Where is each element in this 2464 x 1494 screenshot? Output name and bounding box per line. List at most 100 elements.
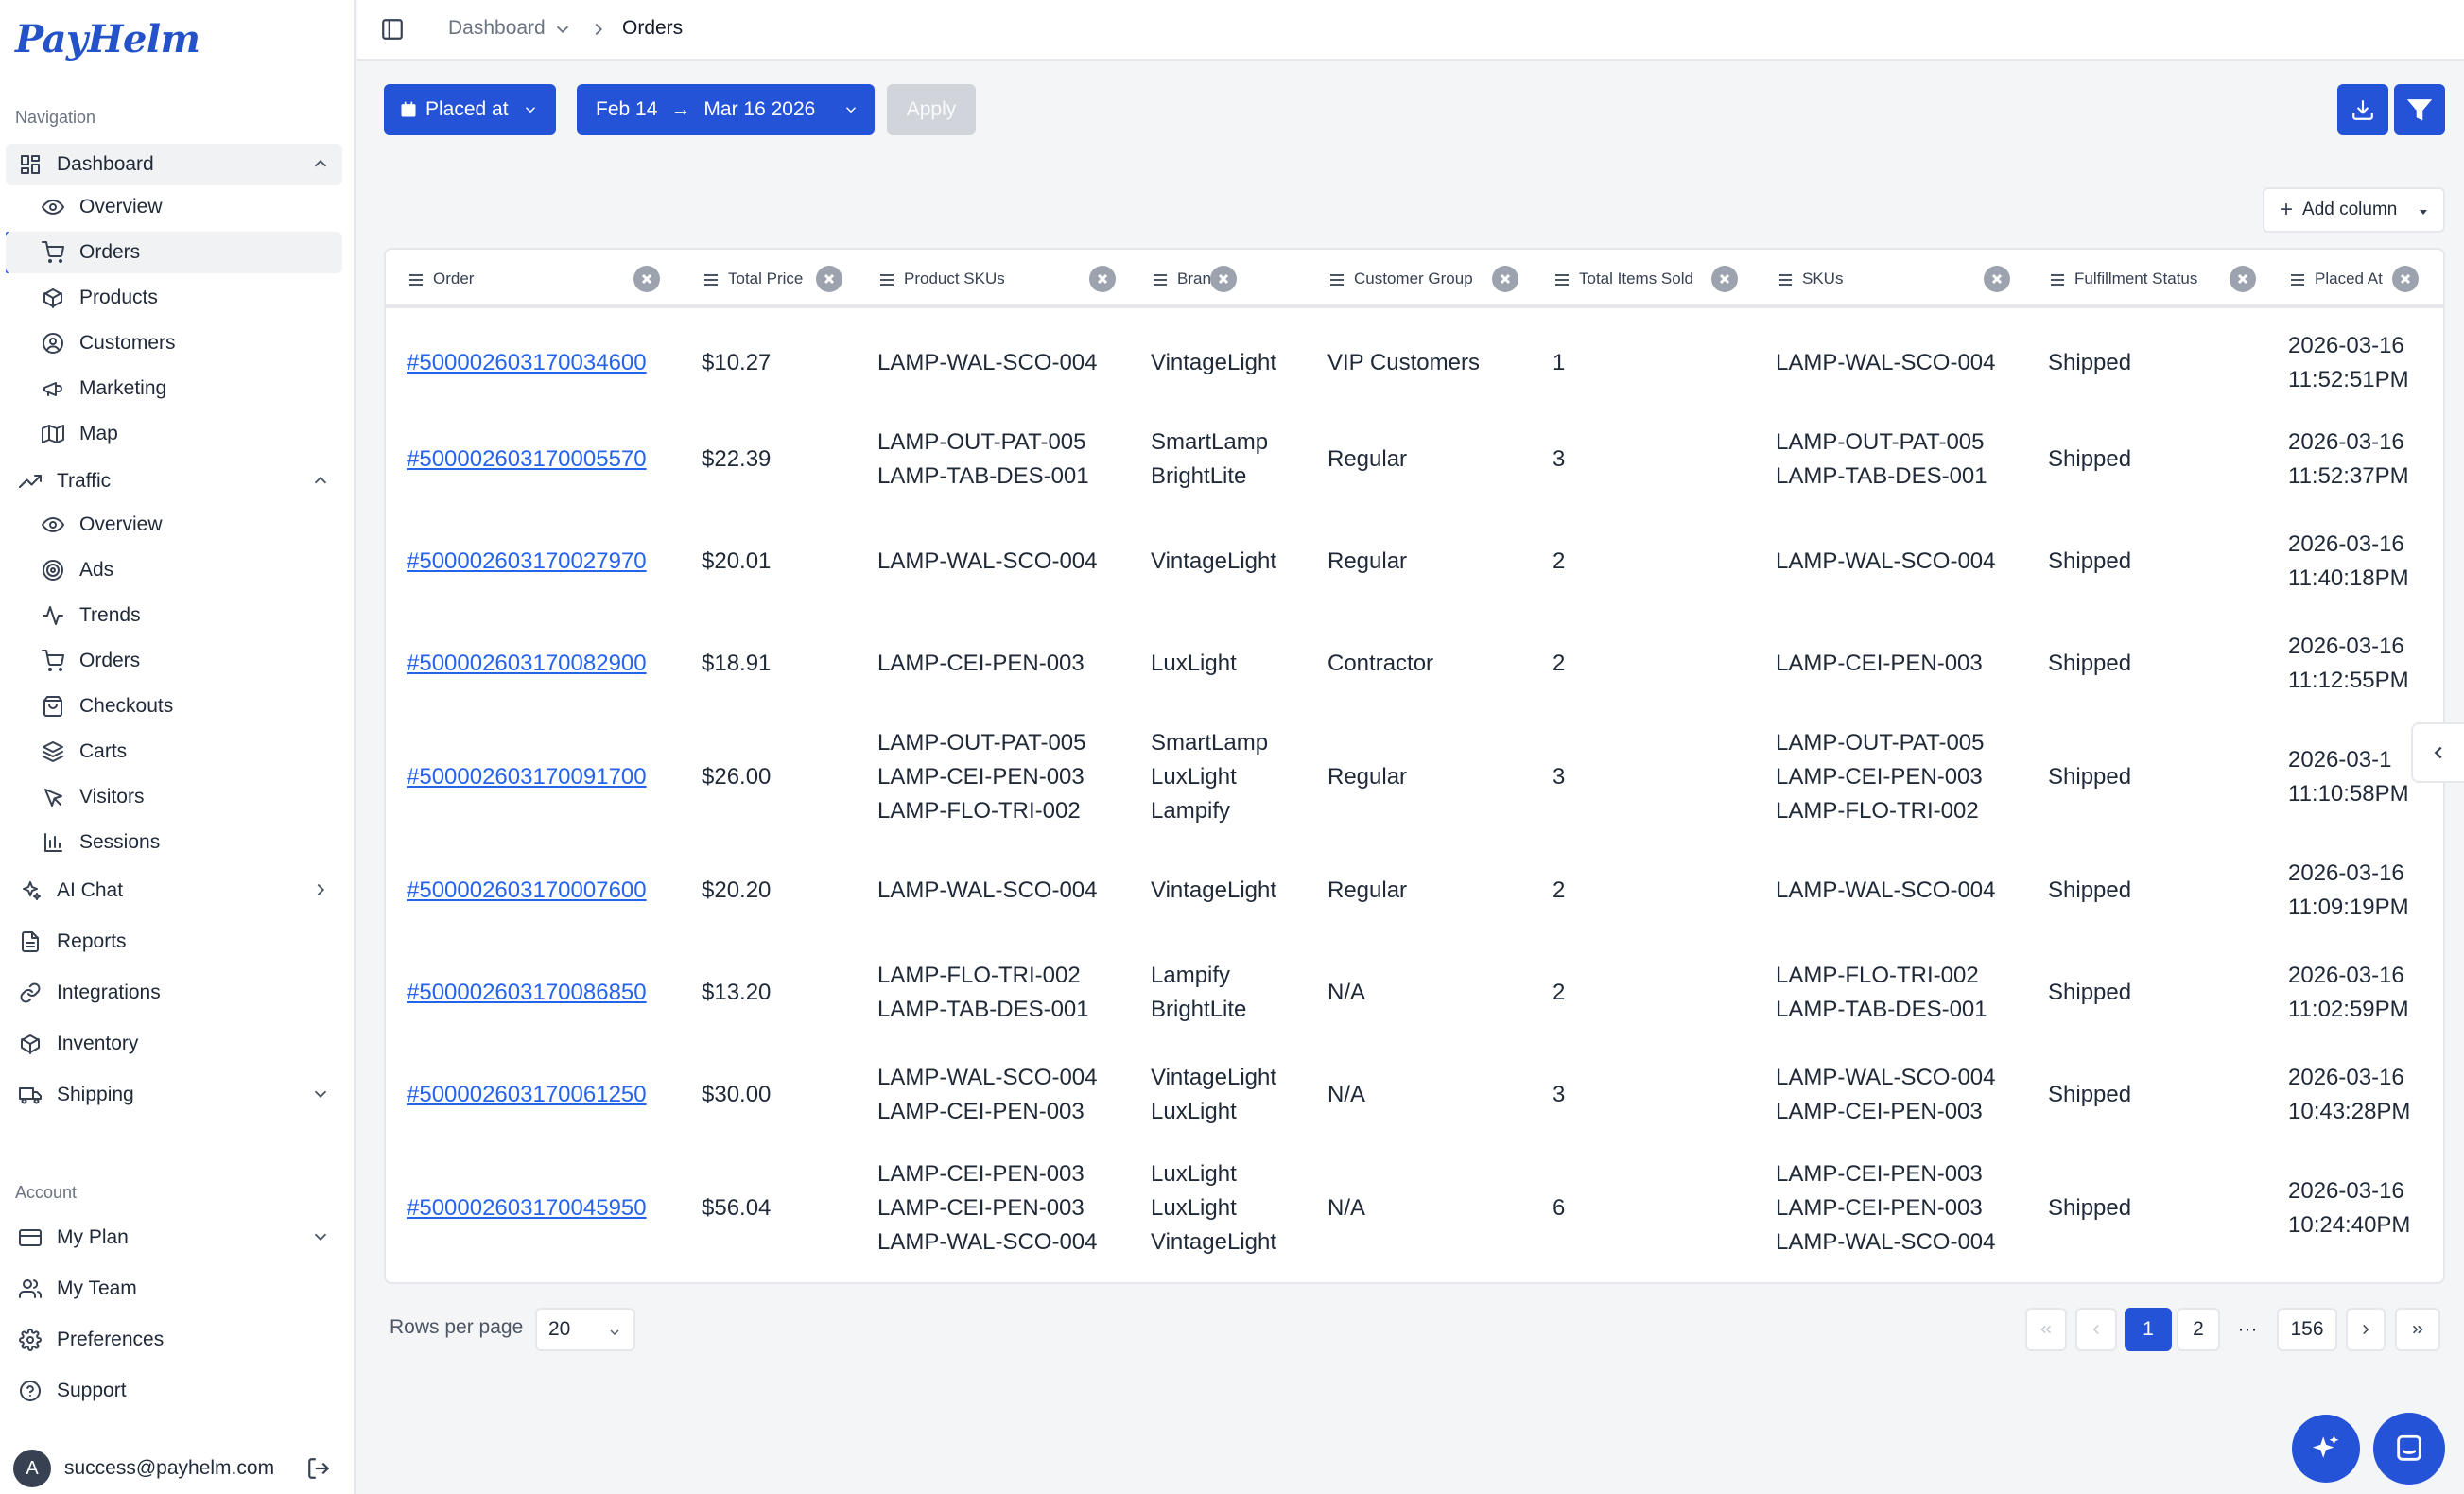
page-2-button[interactable]: 2 [2177,1308,2220,1351]
sidebar-item-shipping[interactable]: Shipping [6,1074,342,1116]
table-row[interactable]: #500002603170034600 $10.27 LAMP-WAL-SCO-00… [386,312,2443,414]
filter-button[interactable] [2394,84,2445,135]
column-header-placed-at[interactable]: Placed At [2290,267,2383,291]
table-row[interactable]: #500002603170005570 $22.39 LAMP-OUT-PAT-00… [386,408,2443,511]
drag-handle-icon[interactable] [1153,272,1168,286]
sidebar-item-dashboard-overview[interactable]: Overview [6,186,342,228]
date-range-picker[interactable]: Feb 14 → Mar 16 2026 [577,84,875,135]
sidebar-item-traffic-overview[interactable]: Overview [6,504,342,546]
order-number-link[interactable]: #500002603170007600 [407,874,647,908]
drag-handle-icon[interactable] [1778,272,1793,286]
sidebar-item-map[interactable]: Map [6,413,342,455]
order-number-link[interactable]: #500002603170005570 [407,443,647,477]
sidebar-item-traffic-orders[interactable]: Orders [6,640,342,682]
order-link[interactable]: #500002603170027970 [407,511,647,613]
column-header-fulfillment-status[interactable]: Fulfillment Status [2050,267,2197,291]
page-1-button[interactable]: 1 [2125,1308,2172,1351]
drag-handle-icon[interactable] [879,272,894,286]
payhelm-logo[interactable]: PayHelm [15,17,200,61]
order-link[interactable]: #500002603170086850 [407,942,647,1044]
sidebar-item-dashboard-orders[interactable]: Orders [6,232,342,273]
drag-handle-icon[interactable] [2050,272,2065,286]
table-row[interactable]: #500002603170086850 $13.20 LAMP-FLO-TRI-00… [386,942,2443,1044]
sidebar-toggle-icon[interactable] [380,17,407,43]
breadcrumb-dashboard[interactable]: Dashboard [448,17,546,40]
sidebar-item-my-plan[interactable]: My Plan [6,1217,342,1259]
add-column-button[interactable]: + Add column [2263,187,2445,233]
logout-icon[interactable] [306,1456,331,1481]
drag-handle-icon[interactable] [1554,272,1570,286]
order-link[interactable]: #500002603170007600 [407,840,647,942]
order-number-link[interactable]: #500002603170027970 [407,545,647,579]
order-number-link[interactable]: #500002603170045950 [407,1191,647,1225]
sidebar-item-support[interactable]: Support [6,1370,342,1412]
drag-handle-icon[interactable] [408,272,424,286]
last-page-button[interactable] [2395,1308,2440,1351]
table-row[interactable]: #500002603170045950 $56.04 LAMP-CEI-PEN-00… [386,1146,2443,1271]
table-row[interactable]: #500002603170061250 $30.00 LAMP-WAL-SCO-00… [386,1044,2443,1146]
order-link[interactable]: #500002603170034600 [407,312,647,414]
sidebar-item-ads[interactable]: Ads [6,549,342,591]
table-row[interactable]: #500002603170082900 $18.91 LAMP-CEI-PEN-00… [386,613,2443,715]
prev-page-button[interactable] [2075,1308,2117,1351]
sidebar-item-marketing[interactable]: Marketing [6,368,342,409]
sidebar-item-inventory[interactable]: Inventory [6,1023,342,1065]
order-link[interactable]: #500002603170091700 [407,715,647,840]
order-number-link[interactable]: #500002603170061250 [407,1078,647,1112]
side-panel-toggle[interactable] [2411,722,2464,783]
sidebar-item-traffic[interactable]: Traffic [6,460,342,502]
order-number-link[interactable]: #500002603170091700 [407,760,647,794]
sidebar-item-visitors[interactable]: Visitors [6,776,342,818]
sidebar-item-customers[interactable]: Customers [6,322,342,364]
table-row[interactable]: #500002603170091700 $26.00 LAMP-OUT-PAT-00… [386,715,2443,840]
sidebar-item-checkouts[interactable]: Checkouts [6,686,342,727]
apply-button[interactable]: Apply [887,84,976,135]
sidebar-item-trends[interactable]: Trends [6,595,342,636]
user-account[interactable]: A success@payhelm.com [13,1447,335,1490]
download-button[interactable] [2337,84,2388,135]
column-header-skus[interactable]: SKUs [1778,267,1843,291]
chat-support-button[interactable] [2373,1413,2445,1485]
column-header-customer-group[interactable]: Customer Group [1329,267,1473,291]
rows-per-page-select[interactable]: 20 [535,1308,635,1351]
order-number-link[interactable]: #500002603170086850 [407,976,647,1010]
table-row[interactable]: #500002603170007600 $20.20 LAMP-WAL-SCO-00… [386,840,2443,942]
remove-column-icon[interactable] [2392,266,2419,292]
order-number-link[interactable]: #500002603170034600 [407,346,647,380]
order-number-link[interactable]: #500002603170082900 [407,647,647,681]
remove-column-icon[interactable] [1210,266,1237,292]
sidebar-item-products[interactable]: Products [6,277,342,319]
sidebar-item-preferences[interactable]: Preferences [6,1319,342,1361]
drag-handle-icon[interactable] [1329,272,1345,286]
column-header-order[interactable]: Order [408,267,474,291]
date-field-dropdown[interactable]: Placed at [384,84,556,135]
remove-column-icon[interactable] [1492,266,1518,292]
sidebar-item-reports[interactable]: Reports [6,921,342,963]
next-page-button[interactable] [2346,1308,2386,1351]
column-header-product-skus[interactable]: Product SKUs [879,267,1005,291]
sidebar-item-integrations[interactable]: Integrations [6,972,342,1014]
sidebar-item-dashboard[interactable]: Dashboard [6,144,342,185]
sidebar-item-my-team[interactable]: My Team [6,1268,342,1310]
order-link[interactable]: #500002603170082900 [407,613,647,715]
remove-column-icon[interactable] [633,266,660,292]
ai-assistant-button[interactable] [2292,1415,2360,1483]
chevron-down-icon[interactable] [552,19,573,40]
last-page-number-button[interactable]: 156 [2277,1308,2337,1351]
remove-column-icon[interactable] [1089,266,1116,292]
table-row[interactable]: #500002603170027970 $20.01 LAMP-WAL-SCO-00… [386,511,2443,613]
order-link[interactable]: #500002603170005570 [407,408,647,511]
drag-handle-icon[interactable] [703,272,719,286]
remove-column-icon[interactable] [1984,266,2010,292]
remove-column-icon[interactable] [816,266,842,292]
sidebar-item-carts[interactable]: Carts [6,731,342,773]
sidebar-item-sessions[interactable]: Sessions [6,822,342,863]
column-header-total-price[interactable]: Total Price [703,267,803,291]
sidebar-item-ai-chat[interactable]: AI Chat [6,870,342,912]
order-link[interactable]: #500002603170045950 [407,1146,647,1271]
order-link[interactable]: #500002603170061250 [407,1044,647,1146]
column-header-total-items-sold[interactable]: Total Items Sold [1554,267,1693,291]
remove-column-icon[interactable] [1711,266,1738,292]
remove-column-icon[interactable] [2230,266,2256,292]
first-page-button[interactable] [2025,1308,2067,1351]
